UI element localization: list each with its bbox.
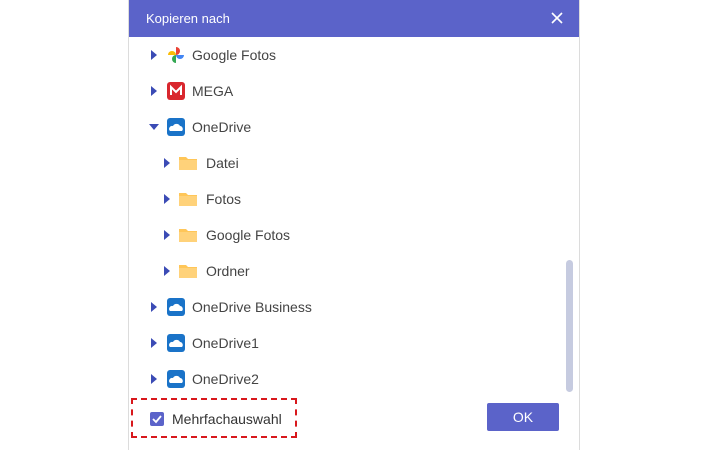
folder-icon <box>179 190 197 208</box>
tree-item-label: MEGA <box>192 83 234 99</box>
expand-caret-icon[interactable] <box>149 337 159 349</box>
tree-item-label: OneDrive2 <box>192 371 259 387</box>
expand-caret-icon[interactable] <box>149 301 159 313</box>
tree-item-datei[interactable]: Datei <box>129 145 567 181</box>
mega-icon <box>167 82 185 100</box>
tree-item-label: OneDrive1 <box>192 335 259 351</box>
multi-select-highlight: Mehrfachauswahl <box>131 398 297 438</box>
tree-item-label: Google Fotos <box>192 47 277 63</box>
tree-item-google-fotos-folder[interactable]: Google Fotos <box>129 217 567 253</box>
copy-to-dialog: Kopieren nach Google Fotos MEGA OneDrive… <box>128 0 580 450</box>
folder-tree: Google Fotos MEGA OneDrive Datei Fotos G… <box>129 37 579 395</box>
tree-item-label: Datei <box>206 155 239 171</box>
expand-caret-icon[interactable] <box>149 85 159 97</box>
folder-icon <box>179 262 197 280</box>
folder-icon <box>179 154 197 172</box>
tree-item-ordner[interactable]: Ordner <box>129 253 567 289</box>
scrollbar-thumb[interactable] <box>566 260 573 392</box>
multi-select-label[interactable]: Mehrfachauswahl <box>172 411 282 427</box>
folder-icon <box>179 226 197 244</box>
tree-item-onedrive2[interactable]: OneDrive2 <box>129 361 567 395</box>
collapse-caret-icon[interactable] <box>149 121 159 133</box>
tree-item-google-fotos[interactable]: Google Fotos <box>129 37 567 73</box>
onedrive-icon <box>167 334 185 352</box>
dialog-titlebar: Kopieren nach <box>129 0 579 37</box>
tree-item-label: Fotos <box>206 191 242 207</box>
tree-item-label: OneDrive Business <box>192 299 312 315</box>
multi-select-checkbox[interactable] <box>150 412 164 426</box>
tree-item-label: OneDrive <box>192 119 252 135</box>
expand-caret-icon[interactable] <box>162 265 172 277</box>
tree-item-fotos[interactable]: Fotos <box>129 181 567 217</box>
google-photos-icon <box>167 46 185 64</box>
close-icon[interactable] <box>549 10 565 26</box>
tree-item-label: Ordner <box>206 263 250 279</box>
expand-caret-icon[interactable] <box>149 49 159 61</box>
onedrive-icon <box>167 298 185 316</box>
tree-item-label: Google Fotos <box>206 227 291 243</box>
expand-caret-icon[interactable] <box>149 373 159 385</box>
tree-item-onedrive-business[interactable]: OneDrive Business <box>129 289 567 325</box>
onedrive-icon <box>167 118 185 136</box>
expand-caret-icon[interactable] <box>162 157 172 169</box>
tree-item-onedrive[interactable]: OneDrive <box>129 109 567 145</box>
dialog-footer: Mehrfachauswahl OK <box>129 395 579 450</box>
tree-item-onedrive1[interactable]: OneDrive1 <box>129 325 567 361</box>
tree-item-mega[interactable]: MEGA <box>129 73 567 109</box>
dialog-title: Kopieren nach <box>146 11 230 26</box>
ok-button[interactable]: OK <box>487 403 559 431</box>
expand-caret-icon[interactable] <box>162 193 172 205</box>
expand-caret-icon[interactable] <box>162 229 172 241</box>
onedrive-icon <box>167 370 185 388</box>
